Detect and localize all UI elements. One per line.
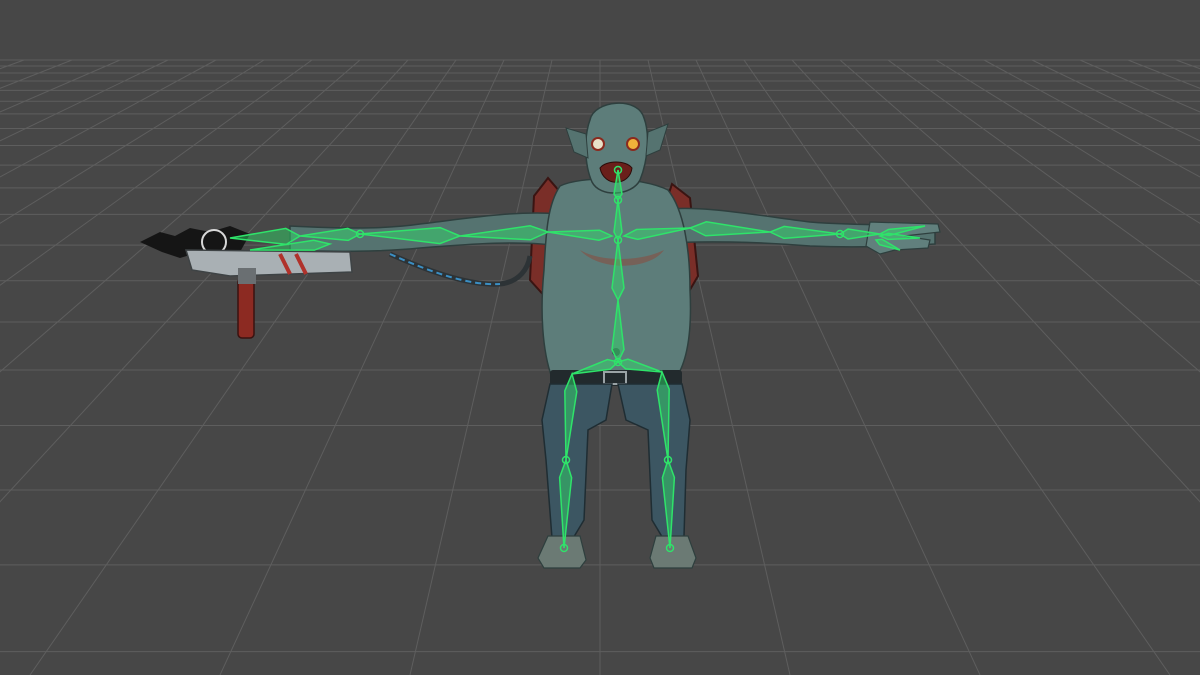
eye-left (591, 137, 605, 151)
foot-left (537, 535, 587, 569)
grid-line (0, 59, 73, 89)
grid-line (935, 59, 1200, 224)
grid-line (839, 59, 1200, 373)
saw-handle-cap (238, 268, 256, 284)
grid-line (1079, 59, 1200, 113)
saw-handle (237, 277, 255, 339)
grid-line (0, 59, 121, 113)
grid-line (887, 59, 1200, 286)
grid-line (29, 59, 457, 675)
scene-canvas[interactable] (0, 0, 1200, 675)
grid-line (0, 59, 361, 373)
foot-right (649, 535, 697, 569)
grid-line (791, 59, 1200, 503)
viewport-3d[interactable] (0, 0, 1200, 675)
grid-line (0, 59, 409, 503)
grid-line (1127, 59, 1200, 89)
grid-line (1175, 59, 1200, 70)
grid-line (695, 59, 981, 675)
grid-line (1031, 59, 1200, 142)
grid-line (0, 59, 169, 142)
ear-left (565, 127, 589, 159)
grid-line (743, 59, 1171, 675)
leg-left (541, 383, 613, 541)
grid-line (0, 59, 25, 70)
grid-line (219, 59, 505, 675)
eye-right (626, 137, 640, 151)
grid-line (0, 59, 313, 286)
saw-body (184, 249, 353, 277)
grid-line (0, 59, 265, 224)
leg-right (617, 383, 691, 541)
grid-line (409, 59, 553, 675)
